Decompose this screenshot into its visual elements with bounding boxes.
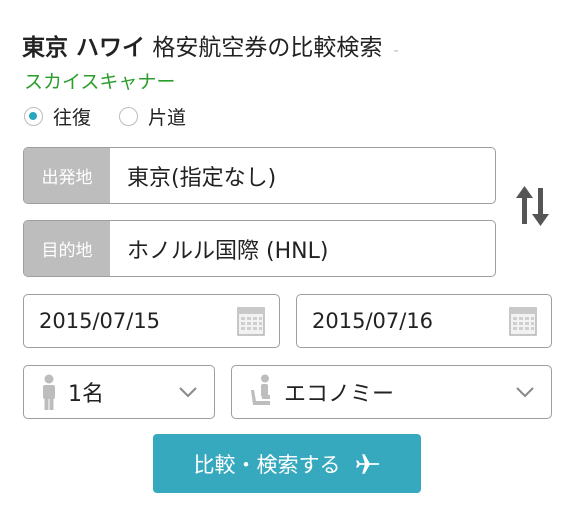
chevron-down-icon xyxy=(179,387,197,398)
title-separator: - xyxy=(393,43,399,59)
search-button-label: 比較・検索する xyxy=(193,452,341,477)
cabin-class-select[interactable]: エコノミー xyxy=(231,365,552,419)
radio-round-trip[interactable]: 往復 xyxy=(24,103,91,130)
airplane-icon xyxy=(355,453,379,474)
person-icon xyxy=(43,374,55,410)
radio-one-way-label: 片道 xyxy=(148,107,187,129)
title-route: 東京 ハワイ xyxy=(22,35,146,61)
calendar-icon[interactable] xyxy=(509,306,537,336)
depart-date-value: 2015/07/15 xyxy=(39,309,161,333)
page-title: 東京 ハワイ 格安航空券の比較検索 - xyxy=(22,28,399,62)
title-description: 格安航空券の比較検索 xyxy=(152,35,383,61)
passengers-value: 1名 xyxy=(68,382,104,407)
return-date-value: 2015/07/16 xyxy=(312,309,434,333)
seat-icon xyxy=(251,374,270,405)
radio-round-trip-label: 往復 xyxy=(53,107,92,129)
destination-label: 目的地 xyxy=(24,221,110,276)
depart-date-field[interactable]: 2015/07/15 xyxy=(23,294,280,348)
return-date-field[interactable]: 2015/07/16 xyxy=(296,294,552,348)
destination-value[interactable]: ホノルル国際 (HNL) xyxy=(110,221,328,276)
radio-round-trip-indicator[interactable] xyxy=(24,107,43,126)
radio-one-way-indicator[interactable] xyxy=(119,107,139,126)
origin-value[interactable]: 東京(指定なし) xyxy=(110,148,276,203)
brand-name: スカイスキャナー xyxy=(24,71,176,93)
cabin-class-value: エコノミー xyxy=(284,382,395,407)
search-button[interactable]: 比較・検索する xyxy=(153,434,421,493)
calendar-icon[interactable] xyxy=(237,306,265,336)
destination-field[interactable]: 目的地 ホノルル国際 (HNL) xyxy=(23,220,496,277)
radio-one-way[interactable]: 片道 xyxy=(119,103,186,130)
passengers-select[interactable]: 1名 xyxy=(23,365,215,419)
origin-label: 出発地 xyxy=(24,148,110,203)
origin-field[interactable]: 出発地 東京(指定なし) xyxy=(23,147,496,204)
swap-arrows-icon[interactable] xyxy=(516,186,550,226)
trip-type-group: 往復 片道 xyxy=(24,103,214,130)
chevron-down-icon xyxy=(516,387,534,398)
